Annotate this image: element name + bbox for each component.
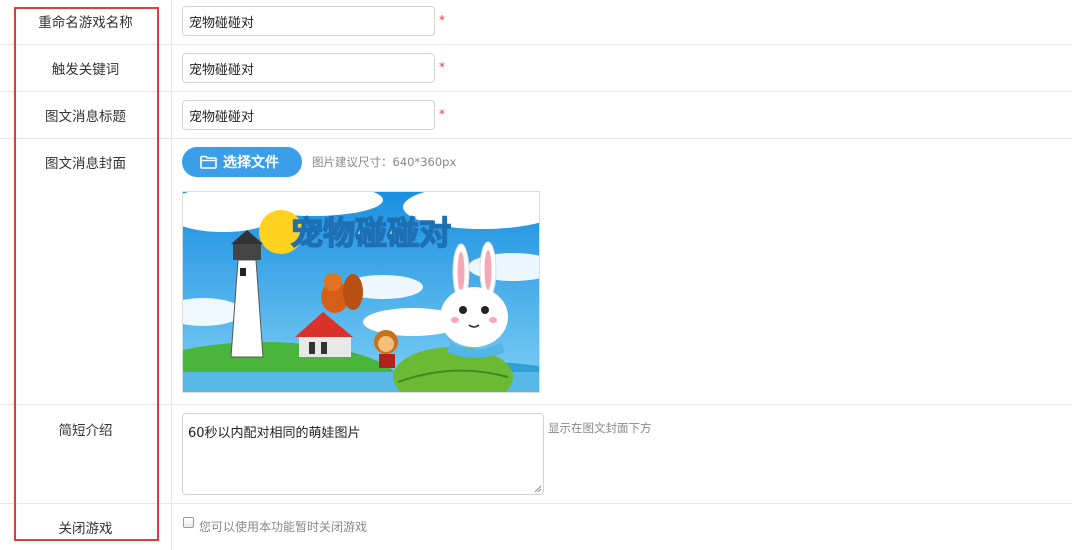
intro-label: 简短介绍 xyxy=(58,423,113,439)
close-game-checkbox-label[interactable]: 您可以使用本功能暂时关闭游戏 xyxy=(199,518,367,535)
intro-hint: 显示在图文封面下方 xyxy=(548,421,652,435)
required-marker: * xyxy=(439,107,445,121)
rename-label: 重命名游戏名称 xyxy=(38,15,133,31)
cover-title-art: 宠物碰碰对 xyxy=(291,214,451,252)
cover-image-preview: 宠物碰碰对 xyxy=(182,191,540,393)
game-settings-form: 重命名游戏名称 * 触发关键词 * 图文消息标题 * 图文消息封面 选择文件 图… xyxy=(0,0,1072,550)
resize-grip-icon[interactable] xyxy=(534,485,542,493)
required-marker: * xyxy=(439,13,445,27)
close-game-label: 关闭游戏 xyxy=(58,521,113,537)
choose-file-label: 选择文件 xyxy=(223,155,279,171)
rename-row: 重命名游戏名称 * xyxy=(0,0,1072,45)
cover-label: 图文消息封面 xyxy=(45,156,126,172)
keyword-label: 触发关键词 xyxy=(51,62,120,78)
news-title-input[interactable] xyxy=(182,100,435,130)
keyword-row: 触发关键词 * xyxy=(0,45,1072,92)
required-marker: * xyxy=(439,60,445,74)
game-name-input[interactable] xyxy=(182,6,435,36)
folder-icon xyxy=(200,155,217,169)
keyword-input[interactable] xyxy=(182,53,435,83)
choose-file-button[interactable]: 选择文件 xyxy=(182,147,302,177)
image-size-hint: 图片建议尺寸：640*360px xyxy=(312,155,457,169)
news-title-label: 图文消息标题 xyxy=(45,109,126,125)
close-game-row: 关闭游戏 xyxy=(0,504,1072,550)
intro-textarea[interactable]: 60秒以内配对相同的萌娃图片 xyxy=(182,413,544,495)
close-game-checkbox[interactable] xyxy=(183,517,194,528)
news-title-row: 图文消息标题 * xyxy=(0,92,1072,139)
